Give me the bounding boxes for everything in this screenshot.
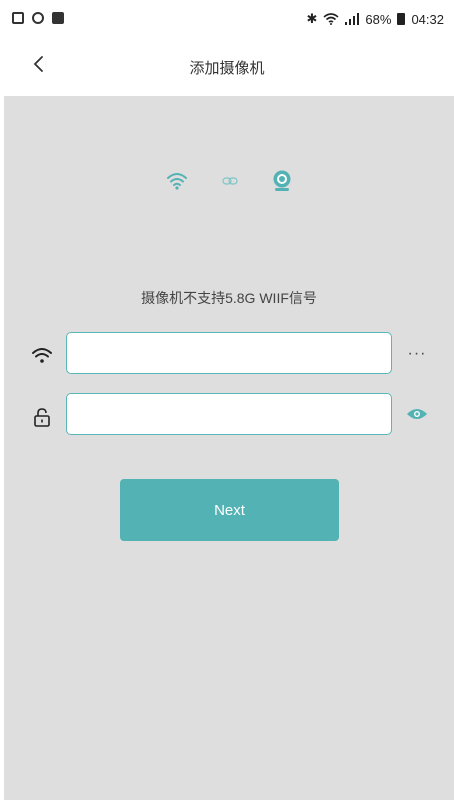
eye-icon [407, 409, 427, 419]
wifi-list-button[interactable]: ··· [402, 342, 432, 366]
message-notification-icon [52, 12, 64, 24]
battery-icon [397, 13, 406, 25]
signal-icon [345, 13, 360, 25]
status-system: ✱ 68% 04:32 [307, 11, 444, 27]
sync-notification-icon [32, 12, 44, 24]
wifi-icon [32, 348, 52, 363]
camera-icon [273, 170, 291, 191]
connection-graphic [4, 166, 454, 196]
wifi-band-hint: 摄像机不支持5.8G WIIF信号 [141, 290, 317, 306]
battery-percent: 68% [365, 11, 392, 27]
content-area: 摄像机不支持5.8G WIIF信号 ··· Next [4, 96, 454, 800]
password-field-icon [30, 405, 54, 429]
status-bar: ✱ 68% 04:32 [0, 0, 454, 40]
clock: 04:32 [411, 11, 444, 27]
page-title: 添加摄像机 [189, 60, 265, 77]
wifi-name-input[interactable] [66, 332, 392, 374]
more-icon: ··· [407, 345, 427, 362]
app-header: 添加摄像机 [0, 40, 454, 92]
wifi-icon [167, 173, 187, 190]
wifi-status-icon [323, 13, 339, 25]
wifi-password-input[interactable] [66, 393, 392, 435]
gallery-notification-icon [12, 12, 24, 24]
status-notifications [12, 12, 64, 24]
wifi-field-icon [30, 344, 54, 368]
link-icon [222, 177, 238, 185]
bluetooth-icon: ✱ [306, 11, 318, 26]
show-password-button[interactable] [402, 402, 432, 426]
lock-icon [34, 408, 50, 427]
next-button[interactable]: Next [120, 479, 339, 541]
